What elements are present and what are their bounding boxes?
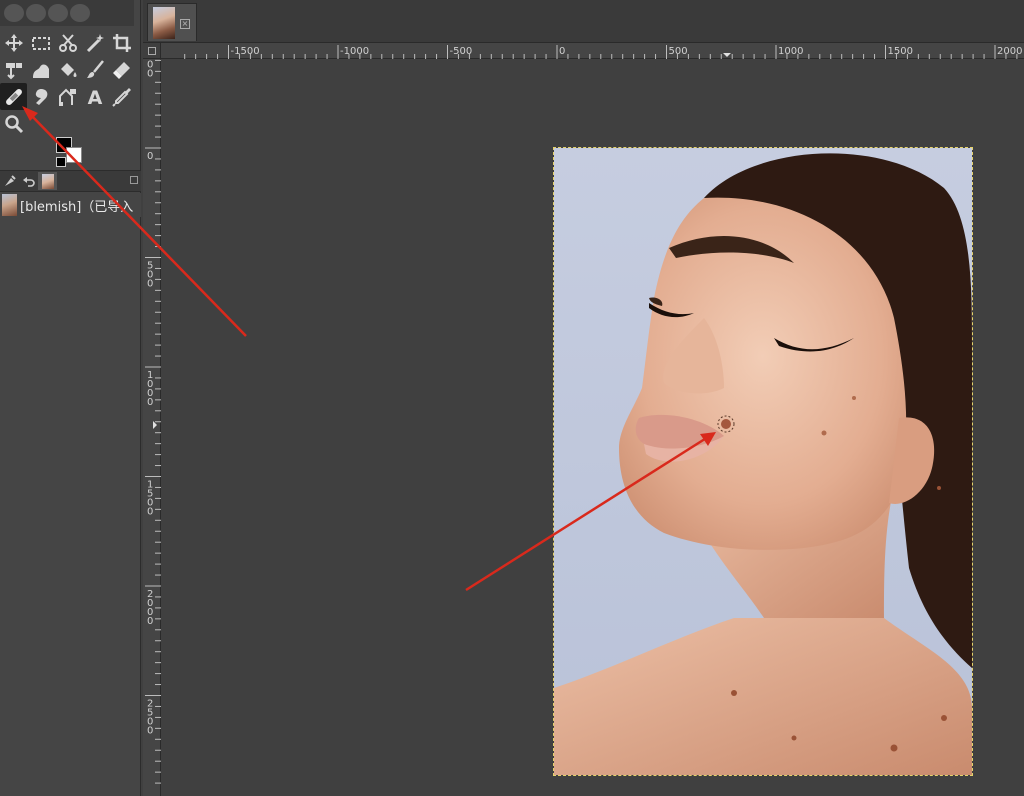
- tool-grid: A: [0, 29, 140, 137]
- paintbrush-tool-button[interactable]: [81, 56, 108, 83]
- ruler-label: 2000: [997, 46, 1022, 57]
- ruler-label-char: 0: [147, 151, 153, 162]
- ruler-label-char: 0: [147, 507, 153, 518]
- image-list-label: [blemish]（已导入: [20, 199, 134, 215]
- ruler-label: 1000: [778, 46, 803, 57]
- color-picker-tool-button[interactable]: [108, 83, 135, 110]
- toolbox-panel: A [blemish]（已导入: [0, 0, 141, 796]
- text-tool-button[interactable]: A: [81, 83, 108, 110]
- ruler-label: -500: [450, 46, 473, 57]
- close-icon[interactable]: ×: [180, 19, 190, 29]
- move-icon: [4, 33, 23, 52]
- undo-history-icon: [22, 177, 35, 187]
- scissors-select-tool-button[interactable]: [54, 29, 81, 56]
- unified-transform-icon: [5, 62, 22, 79]
- reset-colors-icon[interactable]: [56, 157, 66, 167]
- horizontal-ruler[interactable]: -1500 -1000 -500 0 500 1000 1500 2000: [161, 43, 1024, 59]
- crop-tool-button[interactable]: [108, 29, 135, 56]
- fuzzy-select-tool-button[interactable]: [81, 29, 108, 56]
- ruler-label: 1500: [888, 46, 913, 57]
- color-picker-icon: [111, 87, 131, 107]
- tool-options-tab[interactable]: [0, 172, 19, 190]
- eraser-tool-button[interactable]: [108, 56, 135, 83]
- undo-history-tab[interactable]: [19, 172, 38, 190]
- heal-tool-button[interactable]: [0, 83, 27, 110]
- smudge-icon: [35, 88, 47, 105]
- ruler-label-char: 0: [147, 726, 153, 737]
- ruler-label: 0: [559, 46, 565, 57]
- paths-icon: [58, 88, 76, 106]
- images-list-item[interactable]: [blemish]（已导入: [0, 193, 141, 217]
- rect-select-icon: [31, 36, 50, 50]
- unified-transform-tool-button[interactable]: [0, 56, 27, 83]
- zoom-icon: [4, 114, 23, 133]
- dock-menu-icon[interactable]: [130, 176, 138, 184]
- bucket-fill-icon: [60, 62, 76, 77]
- rect-select-tool-button[interactable]: [27, 29, 54, 56]
- move-tool-button[interactable]: [0, 29, 27, 56]
- fg-bg-color-swatches[interactable]: [56, 137, 86, 167]
- warp-transform-icon: [32, 64, 49, 78]
- vertical-ruler[interactable]: -50005001000150020002500: [143, 59, 161, 796]
- ruler-label: 500: [669, 46, 688, 57]
- ruler-label-char: 0: [147, 69, 153, 80]
- tool-options-icon: [4, 175, 16, 186]
- ruler-label-char: 0: [147, 397, 153, 408]
- fuzzy-select-icon: [86, 33, 104, 52]
- ruler-pointer-marker: [723, 53, 731, 57]
- smudge-tool-button[interactable]: [27, 83, 54, 110]
- ruler-label-char: 0: [147, 616, 153, 627]
- warp-transform-tool-button[interactable]: [27, 56, 54, 83]
- portrait-image: [554, 148, 972, 775]
- scissors-select-icon: [58, 33, 77, 52]
- bucket-fill-tool-button[interactable]: [54, 56, 81, 83]
- image-tab-thumbnail: [153, 7, 175, 39]
- paintbrush-icon: [86, 59, 104, 78]
- ruler-corner[interactable]: [143, 43, 161, 59]
- ruler-label-char: 0: [147, 279, 153, 290]
- gimp-window: A [blemish]（已导入 × -1500 -1000 -500 0 500…: [0, 0, 1024, 796]
- crop-icon: [112, 33, 131, 52]
- image-tab-blemish[interactable]: ×: [147, 3, 197, 41]
- image-canvas[interactable]: [161, 59, 1024, 796]
- ruler-label: -1500: [231, 46, 260, 57]
- images-icon: [41, 173, 54, 189]
- eraser-icon: [112, 61, 130, 79]
- image-tab-bar: ×: [143, 0, 1024, 43]
- portrait-photo[interactable]: [553, 147, 973, 776]
- heal-tool-icon: [5, 88, 22, 105]
- wilber-logo: [0, 0, 134, 26]
- image-thumbnail: [2, 194, 17, 216]
- paths-tool-button[interactable]: [54, 83, 81, 110]
- text-tool-icon: A: [87, 87, 102, 108]
- svg-text:A: A: [87, 87, 102, 108]
- zoom-tool-button[interactable]: [0, 110, 27, 137]
- images-tab[interactable]: [38, 172, 57, 190]
- images-dock-tabs: [0, 170, 141, 192]
- background-color[interactable]: [66, 147, 82, 163]
- ruler-label: -1000: [340, 46, 369, 57]
